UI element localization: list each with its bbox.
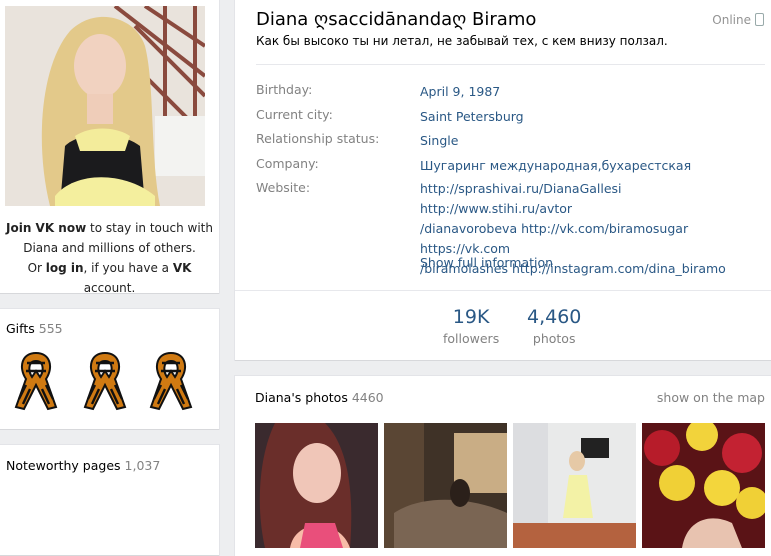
noteworthy-pages-card[interactable]: Noteworthy pages 1,037 — [0, 445, 219, 555]
vk-brand: VK — [172, 261, 192, 275]
photo-thumbnail[interactable] — [513, 423, 636, 548]
city-link[interactable]: Saint Petersburg — [420, 107, 770, 127]
photos-header[interactable]: Diana's photos 4460 — [255, 390, 384, 405]
company-link[interactable]: Шугаринг международная,бухарестская — [420, 156, 770, 176]
gifts-count: 555 — [38, 321, 63, 336]
join-or: Or — [27, 261, 46, 275]
photo-thumbnail[interactable] — [384, 423, 507, 548]
birthday-link[interactable]: April 9, 1987 — [420, 82, 770, 102]
online-status: Online — [712, 13, 751, 27]
join-vk-link[interactable]: Join VK now — [6, 221, 86, 235]
st-george-ribbon-icon[interactable] — [10, 349, 62, 413]
photo-thumbnail[interactable] — [642, 423, 765, 548]
photos-label: photos — [532, 331, 576, 346]
info-label: Website: — [256, 180, 311, 195]
photos-total: 4460 — [351, 390, 384, 405]
photos-count: 4,460 — [527, 306, 582, 328]
relationship-link[interactable]: Single — [420, 131, 770, 151]
photos-card: Diana's photos 4460 show on the map — [235, 376, 771, 556]
divider — [235, 290, 771, 291]
mobile-phone-icon — [755, 13, 764, 26]
info-label: Current city: — [256, 107, 333, 122]
photos-counter[interactable]: 4,460 photos — [527, 306, 581, 346]
avatar[interactable] — [5, 6, 205, 206]
website-link-line[interactable]: http://sprashivai.ru/DianaGallesi http:/… — [420, 179, 770, 219]
gifts-card[interactable]: Gifts 555 — [0, 309, 219, 429]
followers-counter[interactable]: 19K followers — [443, 306, 499, 346]
join-text-2: Diana and millions of others. — [23, 241, 196, 255]
followers-label: followers — [443, 331, 500, 346]
info-label: Company: — [256, 156, 319, 171]
divider — [256, 64, 765, 65]
profile-status: Как бы высоко ты ни летал, не забывай те… — [256, 34, 668, 48]
show-on-map-link[interactable]: show on the map — [657, 390, 765, 405]
profile-name: Diana ღsaccidānandaღ Biramo — [256, 9, 537, 30]
noteworthy-header[interactable]: Noteworthy pages 1,037 — [6, 458, 160, 473]
gifts-label: Gifts — [6, 321, 35, 336]
login-link[interactable]: log in — [46, 261, 84, 275]
join-text-4: account. — [83, 281, 136, 295]
followers-count: 19K — [452, 306, 490, 328]
gifts-header[interactable]: Gifts 555 — [6, 321, 63, 336]
photo-thumbnail[interactable] — [255, 423, 378, 548]
st-george-ribbon-icon[interactable] — [79, 349, 131, 413]
noteworthy-label: Noteworthy pages — [6, 458, 121, 473]
website-link-line[interactable]: /dianavorobeva http://vk.com/biramosugar… — [420, 219, 770, 259]
st-george-ribbon-icon[interactable] — [145, 349, 197, 413]
noteworthy-count: 1,037 — [124, 458, 161, 473]
profile-sidebar-card: Join VK now to stay in touch with Diana … — [0, 0, 219, 295]
join-vk-prompt: Join VK now to stay in touch with Diana … — [0, 218, 219, 298]
profile-info-card: Diana ღsaccidānandaღ Biramo Как бы высок… — [235, 0, 771, 360]
join-text-3: , if you have a — [83, 261, 173, 275]
info-label: Relationship status: — [256, 131, 380, 146]
info-label: Birthday: — [256, 82, 313, 97]
join-text: to stay in touch with — [86, 221, 213, 235]
show-full-info-link[interactable]: Show full information — [420, 255, 553, 270]
photos-title: Diana's photos — [255, 390, 348, 405]
